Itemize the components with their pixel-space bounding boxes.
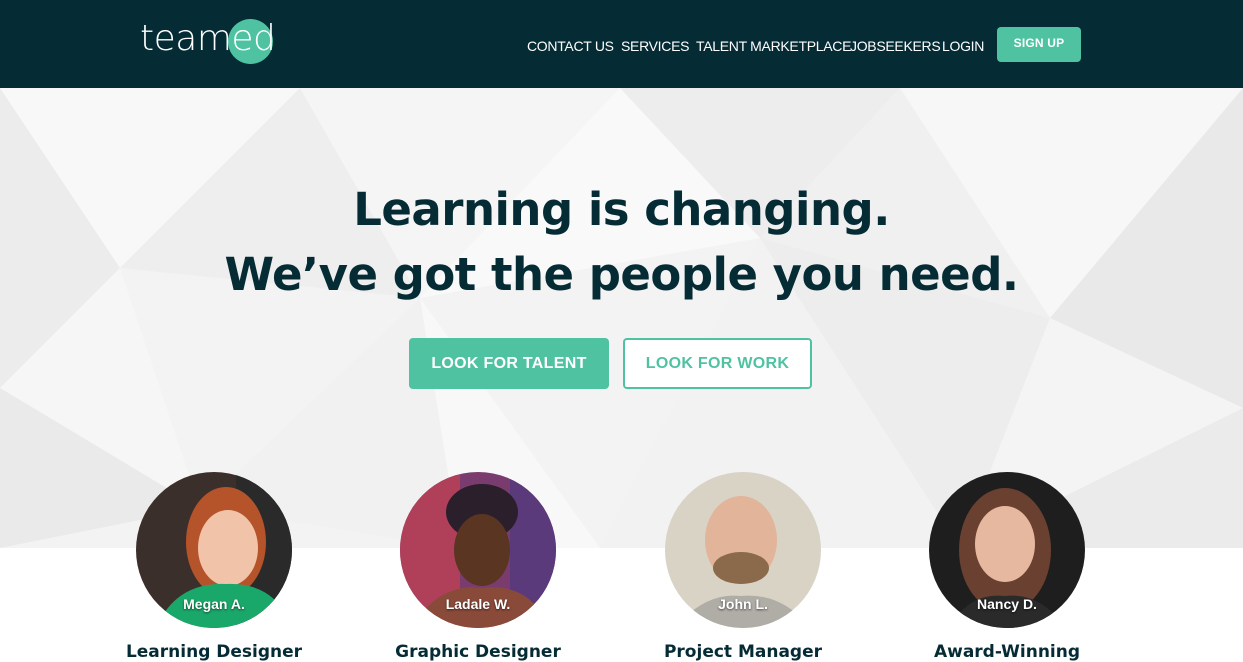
sign-up-button[interactable]: SIGN UP [997, 27, 1081, 62]
top-navbar: teamed CONTACT US SERVICES TALENT MARKET… [0, 0, 1243, 88]
person-name: Ladale W. [445, 596, 511, 612]
person-role: Award-Winning [933, 642, 1081, 662]
headline-line-1: Learning is changing. [353, 183, 890, 236]
person-name: John L. [718, 596, 768, 612]
avatar: Nancy D. [929, 472, 1085, 628]
nav-link-login[interactable]: LOGIN [942, 38, 984, 54]
nav-link-contact-us[interactable]: CONTACT US [527, 38, 614, 54]
avatar: Ladale W. [400, 472, 556, 628]
person-role: Project Manager [663, 642, 823, 662]
nav-link-services[interactable]: SERVICES [621, 38, 689, 54]
person-card-nancy[interactable]: Nancy D. Award-Winning [897, 472, 1117, 662]
person-role: Graphic Designer [395, 642, 561, 662]
nav-link-talent-marketplace[interactable]: TALENT MARKETPLACE [696, 38, 851, 54]
person-card-megan[interactable]: Megan A. Learning Designer [104, 472, 324, 662]
person-name: Megan A. [183, 596, 245, 612]
look-for-talent-button[interactable]: LOOK FOR TALENT [409, 338, 609, 389]
person-card-ladale[interactable]: Ladale W. Graphic Designer [368, 472, 588, 662]
nav-link-jobseekers[interactable]: JOBSEEKERS [850, 38, 941, 54]
person-name: Nancy D. [977, 596, 1037, 612]
look-for-work-button[interactable]: LOOK FOR WORK [623, 338, 812, 389]
avatar: Megan A. [136, 472, 292, 628]
avatar: John L. [665, 472, 821, 628]
person-card-john[interactable]: John L. Project Manager [633, 472, 853, 662]
headline-line-2: We’ve got the people you need. [224, 248, 1019, 301]
person-role: Learning Designer [125, 642, 303, 662]
